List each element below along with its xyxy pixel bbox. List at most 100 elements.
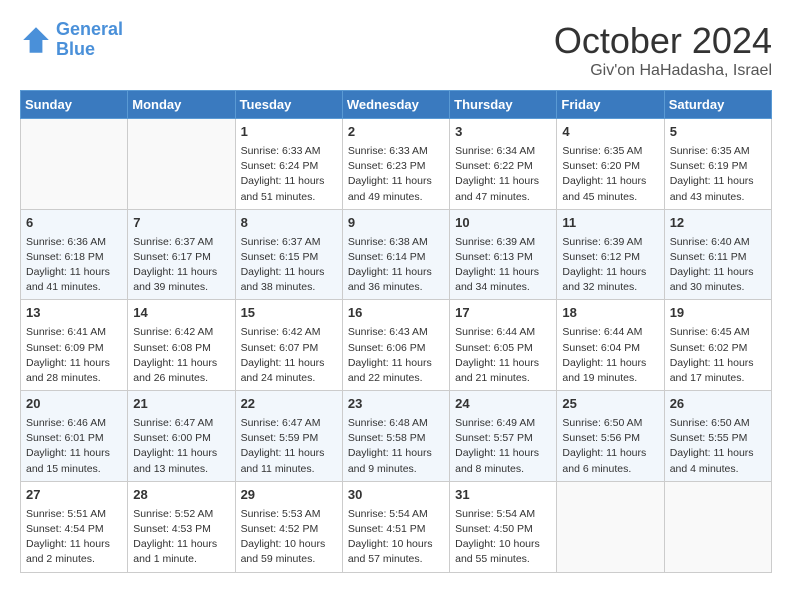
calendar-cell: 13 Sunrise: 6:41 AM Sunset: 6:09 PM Dayli… (21, 300, 128, 391)
day-header-tuesday: Tuesday (235, 91, 342, 119)
day-number: 14 (133, 304, 229, 323)
calendar-cell: 2Sunrise: 6:33 AM Sunset: 6:23 PM Daylig… (342, 119, 449, 210)
day-info: Sunrise: 6:44 AM Sunset: 6:05 PM Dayligh… (455, 325, 551, 386)
day-info: Sunrise: 6:48 AM Sunset: 5:58 PM Dayligh… (348, 416, 444, 477)
day-info: Sunrise: 6:49 AM Sunset: 5:57 PM Dayligh… (455, 416, 551, 477)
calendar-cell (21, 119, 128, 210)
calendar-table: SundayMondayTuesdayWednesdayThursdayFrid… (20, 90, 772, 573)
day-number: 25 (562, 395, 658, 414)
day-info: Sunrise: 5:54 AM Sunset: 4:50 PM Dayligh… (455, 507, 551, 568)
calendar-cell: 27Sunrise: 5:51 AM Sunset: 4:54 PM Dayli… (21, 481, 128, 572)
calendar-cell: 11Sunrise: 6:39 AM Sunset: 6:12 PM Dayli… (557, 209, 664, 300)
calendar-cell: 5Sunrise: 6:35 AM Sunset: 6:19 PM Daylig… (664, 119, 771, 210)
calendar-header: SundayMondayTuesdayWednesdayThursdayFrid… (21, 91, 772, 119)
calendar-cell: 28 Sunrise: 5:52 AM Sunset: 4:53 PM Dayli… (128, 481, 235, 572)
day-number: 15 (241, 304, 337, 323)
day-number: 28 (133, 486, 229, 505)
day-number: 22 (241, 395, 337, 414)
calendar-cell: 25 Sunrise: 6:50 AM Sunset: 5:56 PM Dayli… (557, 391, 664, 482)
calendar-cell: 8 Sunrise: 6:37 AM Sunset: 6:15 PM Daylig… (235, 209, 342, 300)
calendar-week-5: 27Sunrise: 5:51 AM Sunset: 4:54 PM Dayli… (21, 481, 772, 572)
calendar-cell: 19 Sunrise: 6:45 AM Sunset: 6:02 PM Dayli… (664, 300, 771, 391)
day-number: 13 (26, 304, 122, 323)
day-number: 20 (26, 395, 122, 414)
day-info: Sunrise: 6:50 AM Sunset: 5:56 PM Dayligh… (562, 416, 658, 477)
calendar-cell: 6Sunrise: 6:36 AM Sunset: 6:18 PM Daylig… (21, 209, 128, 300)
calendar-cell: 24Sunrise: 6:49 AM Sunset: 5:57 PM Dayli… (450, 391, 557, 482)
day-number: 19 (670, 304, 766, 323)
calendar-cell: 26 Sunrise: 6:50 AM Sunset: 5:55 PM Dayli… (664, 391, 771, 482)
calendar-cell (128, 119, 235, 210)
day-info: Sunrise: 5:52 AM Sunset: 4:53 PM Dayligh… (133, 507, 229, 568)
month-title: October 2024 (554, 20, 772, 62)
day-info: Sunrise: 6:47 AM Sunset: 6:00 PM Dayligh… (133, 416, 229, 477)
day-number: 23 (348, 395, 444, 414)
day-info: Sunrise: 5:54 AM Sunset: 4:51 PM Dayligh… (348, 507, 444, 568)
calendar-cell: 12Sunrise: 6:40 AM Sunset: 6:11 PM Dayli… (664, 209, 771, 300)
day-number: 16 (348, 304, 444, 323)
calendar-cell: 31 Sunrise: 5:54 AM Sunset: 4:50 PM Dayli… (450, 481, 557, 572)
calendar-cell: 17Sunrise: 6:44 AM Sunset: 6:05 PM Dayli… (450, 300, 557, 391)
day-info: Sunrise: 6:47 AM Sunset: 5:59 PM Dayligh… (241, 416, 337, 477)
day-info: Sunrise: 6:39 AM Sunset: 6:12 PM Dayligh… (562, 235, 658, 296)
day-info: Sunrise: 6:41 AM Sunset: 6:09 PM Dayligh… (26, 325, 122, 386)
calendar-cell: 21 Sunrise: 6:47 AM Sunset: 6:00 PM Dayli… (128, 391, 235, 482)
day-header-friday: Friday (557, 91, 664, 119)
calendar-cell: 20Sunrise: 6:46 AM Sunset: 6:01 PM Dayli… (21, 391, 128, 482)
calendar-cell: 1 Sunrise: 6:33 AM Sunset: 6:24 PM Daylig… (235, 119, 342, 210)
day-header-wednesday: Wednesday (342, 91, 449, 119)
day-number: 4 (562, 123, 658, 142)
day-info: Sunrise: 6:43 AM Sunset: 6:06 PM Dayligh… (348, 325, 444, 386)
day-info: Sunrise: 5:53 AM Sunset: 4:52 PM Dayligh… (241, 507, 337, 568)
day-number: 1 (241, 123, 337, 142)
day-number: 26 (670, 395, 766, 414)
day-number: 18 (562, 304, 658, 323)
day-info: Sunrise: 6:35 AM Sunset: 6:20 PM Dayligh… (562, 144, 658, 205)
day-info: Sunrise: 6:50 AM Sunset: 5:55 PM Dayligh… (670, 416, 766, 477)
calendar-cell: 9Sunrise: 6:38 AM Sunset: 6:14 PM Daylig… (342, 209, 449, 300)
day-info: Sunrise: 6:37 AM Sunset: 6:15 PM Dayligh… (241, 235, 337, 296)
logo-icon (20, 24, 52, 56)
calendar-cell: 15 Sunrise: 6:42 AM Sunset: 6:07 PM Dayli… (235, 300, 342, 391)
page-header: General Blue October 2024 Giv'on HaHadas… (20, 20, 772, 80)
day-number: 3 (455, 123, 551, 142)
day-number: 9 (348, 214, 444, 233)
calendar-cell (664, 481, 771, 572)
calendar-cell: 23 Sunrise: 6:48 AM Sunset: 5:58 PM Dayli… (342, 391, 449, 482)
calendar-cell: 29 Sunrise: 5:53 AM Sunset: 4:52 PM Dayli… (235, 481, 342, 572)
calendar-cell (557, 481, 664, 572)
calendar-week-2: 6Sunrise: 6:36 AM Sunset: 6:18 PM Daylig… (21, 209, 772, 300)
day-number: 21 (133, 395, 229, 414)
day-info: Sunrise: 6:42 AM Sunset: 6:08 PM Dayligh… (133, 325, 229, 386)
calendar-week-1: 1 Sunrise: 6:33 AM Sunset: 6:24 PM Daylig… (21, 119, 772, 210)
day-info: Sunrise: 6:45 AM Sunset: 6:02 PM Dayligh… (670, 325, 766, 386)
day-number: 29 (241, 486, 337, 505)
location-title: Giv'on HaHadasha, Israel (554, 62, 772, 80)
day-info: Sunrise: 6:40 AM Sunset: 6:11 PM Dayligh… (670, 235, 766, 296)
day-info: Sunrise: 6:36 AM Sunset: 6:18 PM Dayligh… (26, 235, 122, 296)
day-info: Sunrise: 6:34 AM Sunset: 6:22 PM Dayligh… (455, 144, 551, 205)
day-number: 30 (348, 486, 444, 505)
calendar-cell: 10 Sunrise: 6:39 AM Sunset: 6:13 PM Dayli… (450, 209, 557, 300)
day-number: 8 (241, 214, 337, 233)
calendar-cell: 14 Sunrise: 6:42 AM Sunset: 6:08 PM Dayli… (128, 300, 235, 391)
day-number: 10 (455, 214, 551, 233)
calendar-week-4: 20Sunrise: 6:46 AM Sunset: 6:01 PM Dayli… (21, 391, 772, 482)
logo: General Blue (20, 20, 123, 60)
day-number: 7 (133, 214, 229, 233)
calendar-week-3: 13 Sunrise: 6:41 AM Sunset: 6:09 PM Dayli… (21, 300, 772, 391)
day-info: Sunrise: 6:39 AM Sunset: 6:13 PM Dayligh… (455, 235, 551, 296)
calendar-cell: 18 Sunrise: 6:44 AM Sunset: 6:04 PM Dayli… (557, 300, 664, 391)
calendar-cell: 30 Sunrise: 5:54 AM Sunset: 4:51 PM Dayli… (342, 481, 449, 572)
day-info: Sunrise: 6:44 AM Sunset: 6:04 PM Dayligh… (562, 325, 658, 386)
day-number: 31 (455, 486, 551, 505)
day-info: Sunrise: 5:51 AM Sunset: 4:54 PM Dayligh… (26, 507, 122, 568)
day-header-saturday: Saturday (664, 91, 771, 119)
day-info: Sunrise: 6:42 AM Sunset: 6:07 PM Dayligh… (241, 325, 337, 386)
calendar-cell: 16 Sunrise: 6:43 AM Sunset: 6:06 PM Dayli… (342, 300, 449, 391)
logo-text: General Blue (56, 20, 123, 60)
day-header-sunday: Sunday (21, 91, 128, 119)
day-info: Sunrise: 6:35 AM Sunset: 6:19 PM Dayligh… (670, 144, 766, 205)
calendar-cell: 22 Sunrise: 6:47 AM Sunset: 5:59 PM Dayli… (235, 391, 342, 482)
day-info: Sunrise: 6:33 AM Sunset: 6:24 PM Dayligh… (241, 144, 337, 205)
